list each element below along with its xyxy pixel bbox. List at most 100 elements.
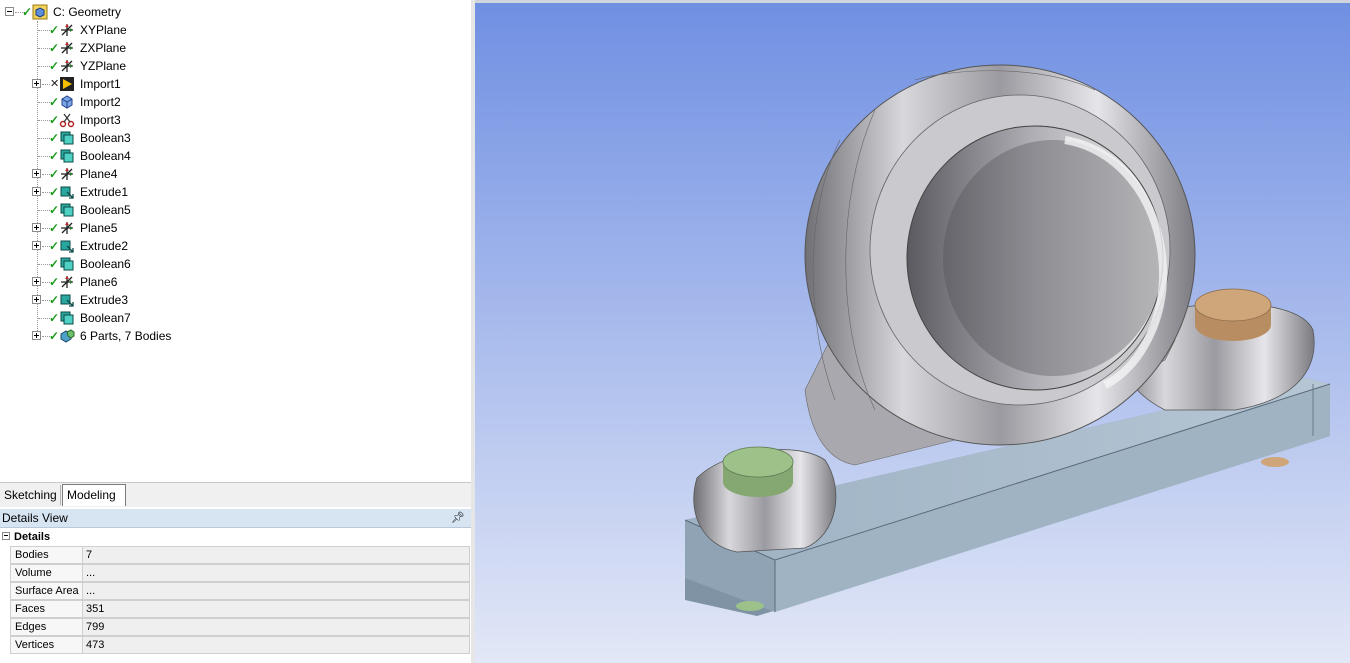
bolt-green[interactable] — [722, 446, 794, 497]
tree-item[interactable]: ✓ Boolean7 — [0, 309, 471, 327]
tree-item-label: Import2 — [80, 95, 121, 109]
details-view-header: Details View 📌︎ — [0, 509, 471, 528]
scissors-icon — [59, 113, 75, 128]
check-icon: ✓ — [49, 131, 60, 145]
bolt-tan[interactable] — [1194, 288, 1272, 341]
tree-item[interactable]: ✓ Extrude1 — [0, 183, 471, 201]
tree-root-label: C: Geometry — [53, 5, 122, 19]
details-value[interactable]: ... — [83, 564, 470, 582]
tree-item[interactable]: ✓ Extrude3 — [0, 291, 471, 309]
tree-item-label: Import1 — [80, 77, 121, 91]
expand-icon[interactable] — [32, 295, 41, 304]
tab-modeling[interactable]: Modeling — [62, 484, 126, 506]
check-icon: ✓ — [49, 221, 60, 235]
collapse-icon[interactable] — [2, 532, 10, 540]
details-value[interactable]: 473 — [83, 636, 470, 654]
tree-item[interactable]: ✓ ZXPlane — [0, 39, 471, 57]
check-icon: ✓ — [49, 185, 60, 199]
model-tree[interactable]: ✓ C: Geometry ✓ XYPlane ✓ ZXPlane ✓ YZPlane ✕ I… — [0, 0, 471, 480]
details-view-title: Details View — [2, 511, 68, 525]
details-group[interactable]: Details — [0, 528, 471, 546]
extrude-icon — [60, 294, 74, 307]
check-icon: ✓ — [49, 293, 60, 307]
tree-root[interactable]: ✓ C: Geometry — [0, 3, 471, 21]
tree-item[interactable]: ✓ Import3 — [0, 111, 471, 129]
collapse-icon[interactable] — [5, 7, 14, 16]
extrude-icon — [60, 240, 74, 253]
tree-item[interactable]: ✓ Import2 — [0, 93, 471, 111]
expand-icon[interactable] — [32, 223, 41, 232]
expand-icon[interactable] — [32, 169, 41, 178]
expand-icon[interactable] — [32, 331, 41, 340]
check-icon: ✓ — [22, 5, 33, 19]
check-icon: ✓ — [49, 95, 60, 109]
check-icon: ✓ — [49, 311, 60, 325]
details-value[interactable]: 351 — [83, 600, 470, 618]
tree-item[interactable]: ✓ Extrude2 — [0, 237, 471, 255]
tree-item-label: XYPlane — [80, 23, 127, 37]
details-key: Vertices — [10, 636, 83, 654]
model-view[interactable] — [475, 0, 1350, 663]
details-value[interactable]: 799 — [83, 618, 470, 636]
graphics-viewport[interactable] — [475, 0, 1350, 663]
expand-icon[interactable] — [32, 277, 41, 286]
details-value[interactable]: 7 — [83, 546, 470, 564]
tab-bar: Sketching Modeling — [0, 482, 471, 507]
boolean-icon — [60, 311, 74, 325]
tree-item[interactable]: ✓ Plane5 — [0, 219, 471, 237]
check-icon: ✓ — [49, 167, 60, 181]
plane-icon — [61, 168, 73, 180]
details-row[interactable]: Edges 799 — [0, 618, 471, 636]
pin-icon[interactable]: 📌︎ — [451, 509, 465, 528]
plane-icon — [61, 42, 73, 54]
tree-item[interactable]: ✓ XYPlane — [0, 21, 471, 39]
details-row[interactable]: Volume... — [0, 564, 471, 582]
boolean-icon — [60, 149, 74, 163]
plane-icon — [61, 60, 73, 72]
check-icon: ✓ — [49, 149, 60, 163]
tree-item-label: Boolean6 — [80, 257, 131, 271]
tab-sketching[interactable]: Sketching — [0, 485, 61, 505]
details-row[interactable]: Faces 351 — [0, 600, 471, 618]
tree-item[interactable]: ✓ Boolean4 — [0, 147, 471, 165]
tree-item[interactable]: ✓ 6 Parts, 7 Bodies — [0, 327, 471, 345]
import-icon — [61, 95, 73, 109]
geometry-icon — [32, 4, 48, 20]
tree-item-label: Plane6 — [80, 275, 118, 289]
tree-item[interactable]: ✓ YZPlane — [0, 57, 471, 75]
tree-item-label: Boolean3 — [80, 131, 131, 145]
boolean-icon — [60, 203, 74, 217]
details-value[interactable]: ... — [83, 582, 470, 600]
tree-item-label: 6 Parts, 7 Bodies — [80, 329, 172, 343]
expand-icon[interactable] — [32, 79, 41, 88]
bolt-bottom — [1261, 457, 1289, 467]
tree-item-label: Boolean4 — [80, 149, 131, 163]
tree-item[interactable]: ✓ Boolean5 — [0, 201, 471, 219]
details-key: Edges — [10, 618, 83, 636]
boolean-icon — [60, 131, 74, 145]
extrude-icon — [60, 186, 74, 199]
tree-item-label: Boolean7 — [80, 311, 131, 325]
expand-icon[interactable] — [32, 241, 41, 250]
expand-icon[interactable] — [32, 187, 41, 196]
check-icon: ✓ — [49, 239, 60, 253]
tree-item-label: Plane4 — [80, 167, 118, 181]
details-key: Surface Area — [10, 582, 83, 600]
check-icon: ✓ — [49, 329, 60, 343]
plane-icon — [61, 276, 73, 288]
plane-icon — [61, 222, 73, 234]
tree-item[interactable]: ✓ Plane4 — [0, 165, 471, 183]
details-row[interactable]: Surface Area... — [0, 582, 471, 600]
check-icon: ✓ — [49, 203, 60, 217]
cross-icon: ✕ — [50, 78, 60, 90]
tree-item-label: ZXPlane — [80, 41, 127, 55]
details-key: Bodies — [10, 546, 83, 564]
tree-item[interactable]: ✕ Import1 — [0, 75, 471, 93]
details-key: Faces — [10, 600, 83, 618]
details-row[interactable]: Bodies 7 — [0, 546, 471, 564]
details-row[interactable]: Vertices 473 — [0, 636, 471, 654]
check-icon: ✓ — [49, 41, 60, 55]
tree-item[interactable]: ✓ Boolean6 — [0, 255, 471, 273]
tree-item[interactable]: ✓ Boolean3 — [0, 129, 471, 147]
tree-item[interactable]: ✓ Plane6 — [0, 273, 471, 291]
